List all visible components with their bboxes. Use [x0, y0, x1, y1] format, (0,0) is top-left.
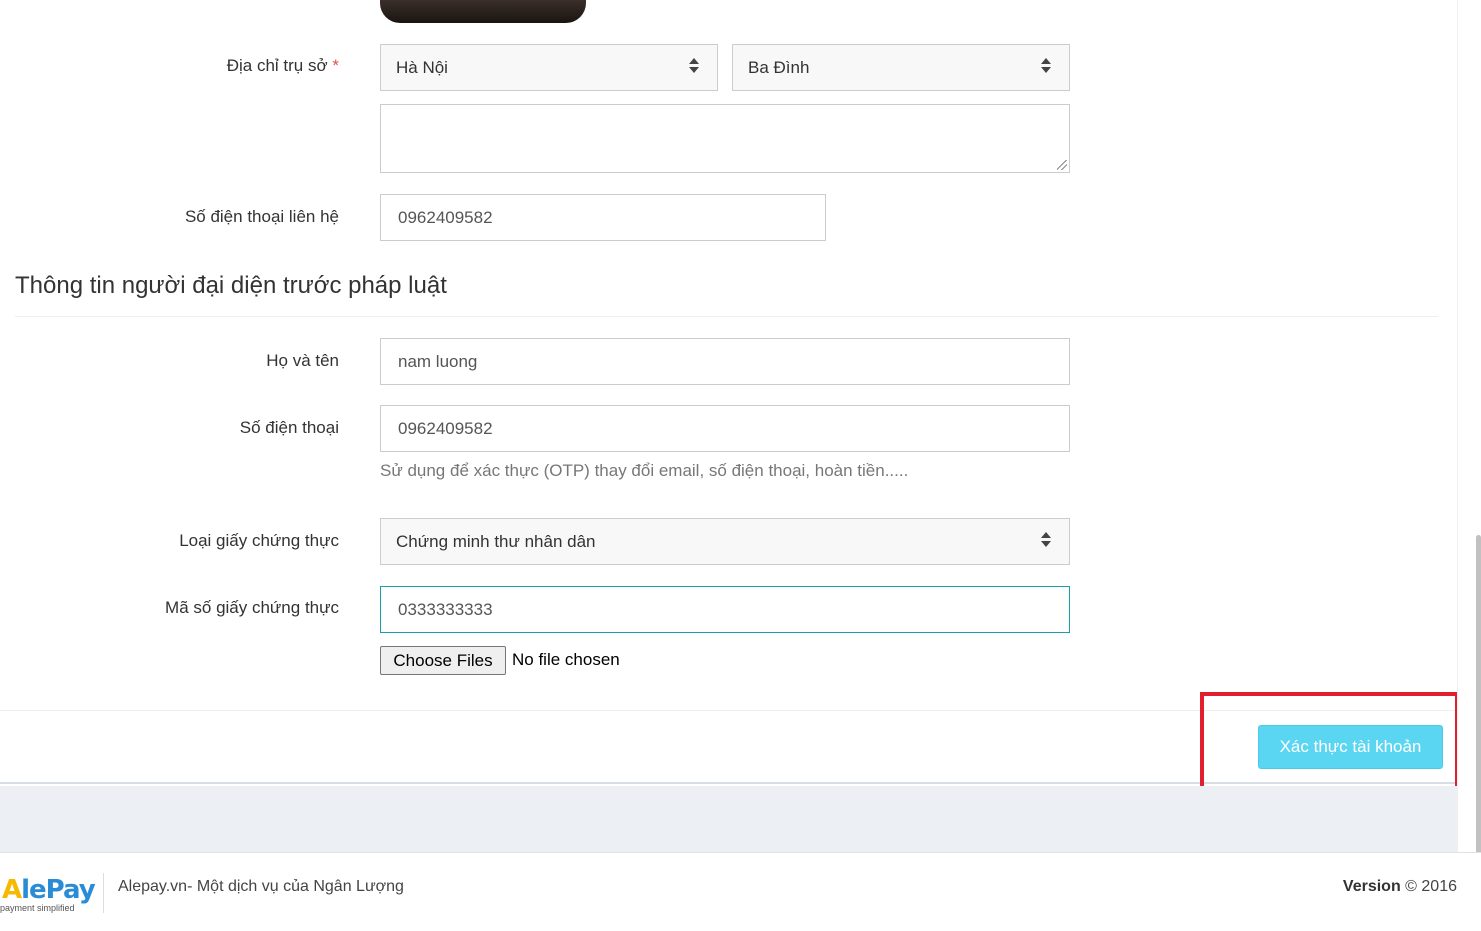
resize-grip-icon[interactable]: [1057, 160, 1067, 170]
footer-text: Alepay.vn- Một dịch vụ của Ngân Lượng: [118, 878, 404, 895]
form-panel: Địa chỉ trụ sở * Hà Nội Ba Đình Số điện …: [0, 0, 1457, 784]
address-label: Địa chỉ trụ sở *: [226, 56, 339, 75]
phone-label: Số điện thoại: [239, 418, 339, 437]
select-arrows-icon: [1041, 532, 1051, 547]
full-name-value: nam luong: [398, 351, 478, 371]
phone-value: 0962409582: [398, 418, 493, 438]
legal-rep-section-title: Thông tin người đại diện trước pháp luật: [15, 272, 447, 299]
required-mark: *: [332, 56, 339, 75]
district-select[interactable]: Ba Đình: [732, 44, 1070, 91]
district-select-value: Ba Đình: [748, 57, 810, 77]
scrollbar-track[interactable]: [1457, 0, 1481, 910]
phone-help-text: Sử dụng để xác thực (OTP) thay đổi email…: [380, 461, 909, 480]
id-number-label: Mã số giấy chứng thực: [165, 598, 339, 617]
full-name-input[interactable]: nam luong: [380, 338, 1070, 385]
full-name-label: Họ và tên: [266, 351, 339, 370]
select-arrows-icon: [1041, 58, 1051, 73]
logo-tagline: payment simplified: [0, 903, 75, 913]
id-number-value: 0333333333: [398, 599, 493, 619]
choose-files-button[interactable]: Choose Files: [380, 646, 506, 675]
logo-wordmark: AlePay: [2, 875, 96, 905]
id-number-input[interactable]: 0333333333: [380, 586, 1070, 633]
id-type-label: Loại giấy chứng thực: [179, 531, 339, 550]
alepay-logo[interactable]: AlePay payment simplified: [0, 875, 100, 915]
version-text: Version © 2016: [1342, 878, 1457, 895]
phone-input[interactable]: 0962409582: [380, 405, 1070, 452]
select-arrows-icon: [689, 58, 699, 73]
street-address-textarea[interactable]: [380, 104, 1070, 173]
id-type-select-value: Chứng minh thư nhân dân: [396, 531, 596, 551]
avatar-image: [380, 0, 586, 23]
province-select-value: Hà Nội: [396, 57, 448, 77]
contact-phone-value: 0962409582: [398, 207, 493, 227]
contact-phone-input[interactable]: 0962409582: [380, 194, 826, 241]
file-status-text: No file chosen: [512, 650, 620, 669]
province-select[interactable]: Hà Nội: [380, 44, 718, 91]
footer-divider: [103, 873, 104, 913]
page-background-band: [0, 786, 1481, 852]
contact-phone-label: Số điện thoại liên hệ: [184, 207, 339, 226]
id-type-select[interactable]: Chứng minh thư nhân dân: [380, 518, 1070, 565]
section-divider: [15, 316, 1438, 317]
highlight-annotation-box: [1200, 692, 1459, 797]
site-footer: AlePay payment simplified Alepay.vn- Một…: [0, 852, 1481, 931]
